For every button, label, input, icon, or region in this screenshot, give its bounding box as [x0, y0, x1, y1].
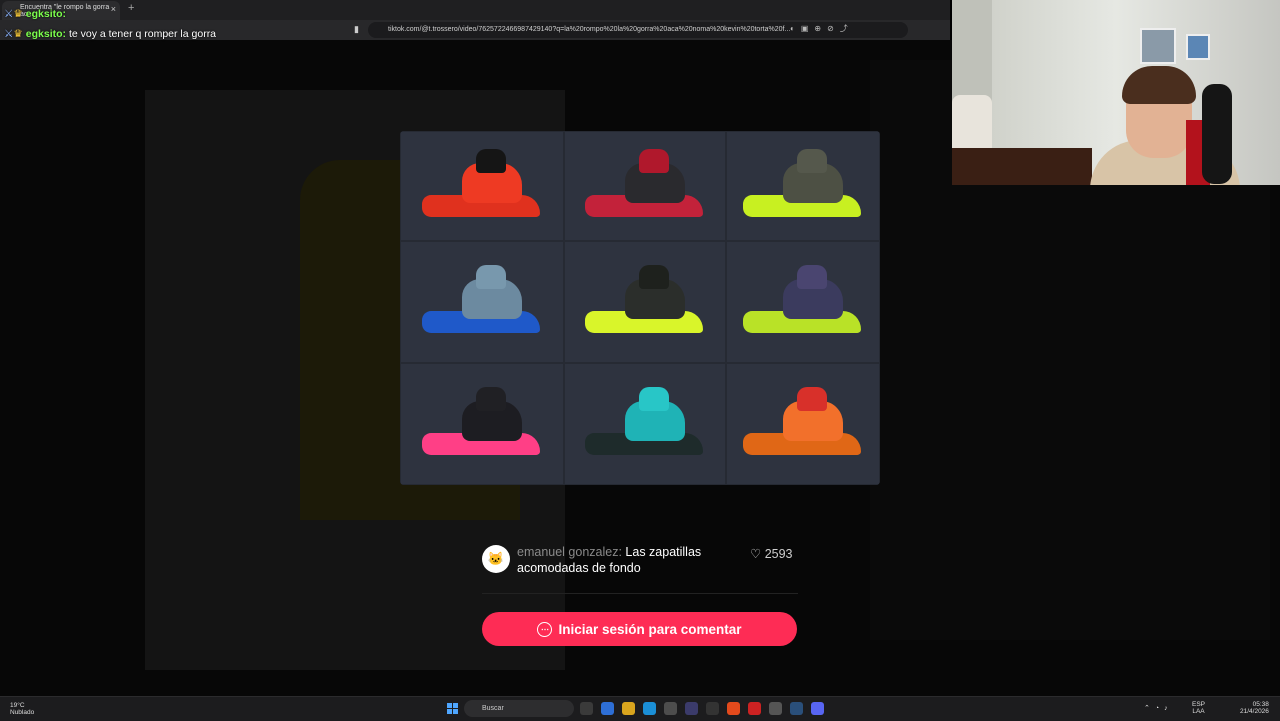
comment-body: emanuel gonzalez: Las zapatillas acomoda… — [517, 544, 727, 576]
comment-author[interactable]: emanuel gonzalez: — [517, 545, 622, 559]
boot-image-black-volt — [564, 241, 726, 363]
login-button-label: Iniciar sesión para comentar — [558, 621, 742, 637]
weather-temp: 19°C — [10, 702, 25, 709]
boot-image-red-white-stripes — [400, 131, 564, 241]
comment-icon: ⋯ — [537, 621, 553, 637]
teams-icon[interactable] — [601, 702, 614, 715]
chat-username: egksito: — [25, 8, 67, 20]
discord-icon[interactable] — [811, 702, 824, 715]
webcam-wall-frame — [1140, 28, 1176, 64]
boot-icon — [422, 265, 542, 337]
boot-icon — [422, 387, 542, 459]
boot-icon — [743, 387, 863, 459]
system-tray[interactable]: ⌃◔♪ — [1144, 704, 1173, 712]
like-button[interactable]: ♡ 2593 — [750, 546, 793, 561]
webcam-sofa — [952, 95, 992, 155]
avatar[interactable]: 🐱 — [482, 545, 510, 573]
divider — [482, 593, 798, 594]
weather-widget[interactable]: 19°C Nublado — [10, 702, 34, 716]
browser-tab-bar: Encuentra "le rompo la gorra ac... × + — [0, 0, 950, 20]
app-icon[interactable] — [664, 702, 677, 715]
clock-date: 21/4/2026 — [1240, 708, 1269, 715]
like-count: 2593 — [764, 547, 793, 561]
boot-icon — [585, 149, 705, 221]
clock-time: 05:38 — [1252, 701, 1269, 708]
app-icon[interactable] — [748, 702, 761, 715]
taskbar-search[interactable]: Buscar — [464, 700, 574, 717]
boot-image-turquoise — [564, 363, 726, 485]
chat-username: egksito: — [25, 28, 67, 40]
file-explorer-icon[interactable] — [622, 702, 635, 715]
boot-icon — [743, 149, 863, 221]
app-icon[interactable] — [685, 702, 698, 715]
login-to-comment-button[interactable]: ⋯ Iniciar sesión para comentar — [482, 612, 797, 646]
chat-message: ⚔♛ egksito: — [4, 8, 66, 20]
boot-icon — [585, 265, 705, 337]
address-bar-icons[interactable]: ◐▣⊕⊘⤴ — [790, 23, 854, 34]
close-tab-icon[interactable]: × — [111, 4, 116, 14]
comment-item: 🐱 emanuel gonzalez: Las zapatillas acomo… — [482, 544, 798, 584]
new-tab-button[interactable]: + — [128, 2, 134, 14]
boot-image-red-black — [564, 131, 726, 241]
app-icon[interactable] — [706, 702, 719, 715]
heart-icon: ♡ — [750, 547, 762, 561]
boot-image-purple-volt-sock — [726, 241, 880, 363]
boot-image-orange-black — [726, 363, 880, 485]
boot-icon — [422, 149, 542, 221]
brave-icon[interactable] — [727, 702, 740, 715]
webcam-wall-frame — [1186, 34, 1210, 60]
task-view-icon[interactable] — [580, 702, 593, 715]
chat-text: te voy a tener q romper la gorra — [68, 28, 217, 40]
edge-icon[interactable] — [643, 702, 656, 715]
boot-image-teal-blue-sock — [400, 241, 564, 363]
boot-image-volt-grey-sock — [726, 131, 880, 241]
webcam-floor — [952, 148, 1092, 185]
microphone — [1202, 84, 1232, 184]
lang-bottom: LAA — [1192, 708, 1205, 715]
webcam-overlay — [952, 0, 1280, 185]
boot-icon — [743, 265, 863, 337]
boots-image-grid — [400, 131, 880, 485]
language-indicator[interactable]: ESP LAA — [1192, 701, 1205, 715]
windows-taskbar: 19°C Nublado ⌕ Buscar ⌃◔♪ ESP LAA 05:38 … — [0, 696, 1280, 721]
taskbar-apps[interactable] — [580, 702, 824, 715]
crown-icon: ♛ — [13, 28, 23, 40]
clock[interactable]: 05:38 21/4/2026 — [1240, 701, 1269, 715]
swords-icon: ⚔ — [4, 28, 14, 40]
app-icon[interactable] — [769, 702, 782, 715]
steam-icon[interactable] — [790, 702, 803, 715]
chat-message: ⚔♛ egksito: te voy a tener q romper la g… — [4, 28, 216, 40]
bookmark-icon[interactable]: ▮ — [354, 24, 359, 35]
crown-icon: ♛ — [13, 8, 23, 20]
boot-icon — [585, 387, 705, 459]
lang-top: ESP — [1192, 701, 1206, 708]
start-button[interactable] — [447, 703, 458, 714]
swords-icon: ⚔ — [4, 8, 14, 20]
weather-desc: Nublado — [10, 709, 35, 716]
boot-image-black-pink-sock — [400, 363, 564, 485]
